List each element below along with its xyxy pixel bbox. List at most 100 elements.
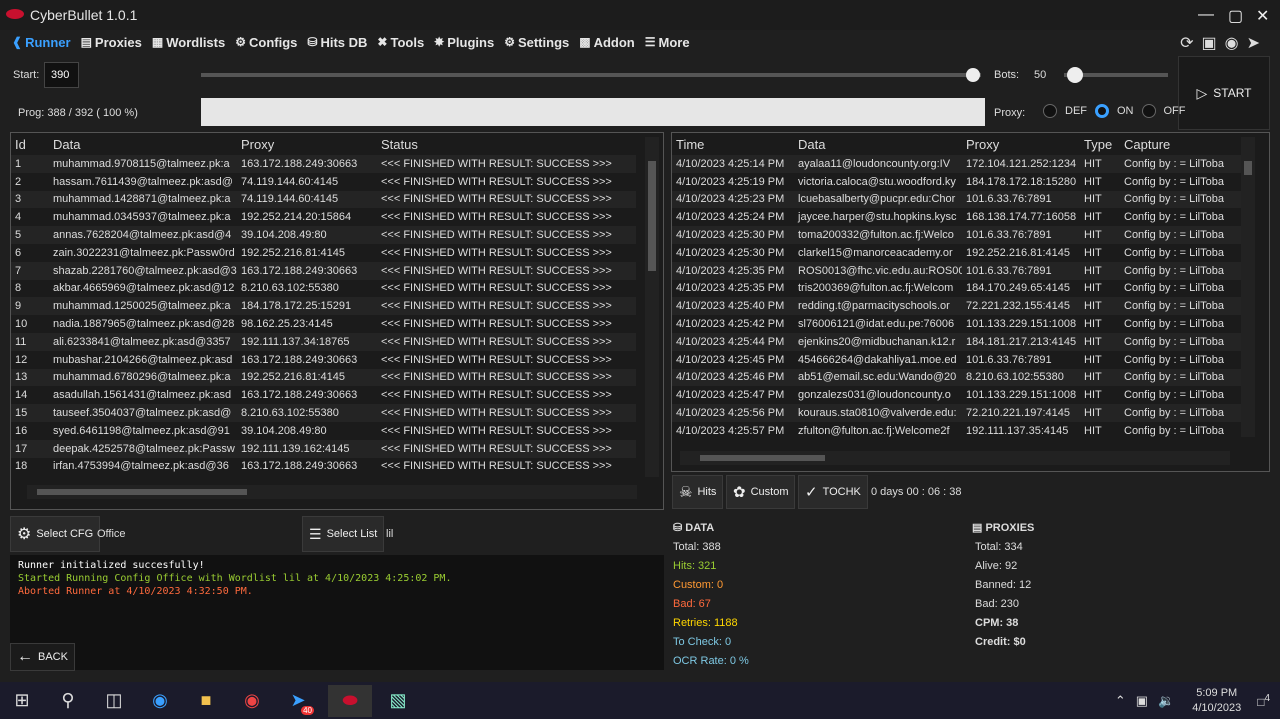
table-row[interactable]: 4/10/2023 4:25:47 PM gonzalezs031@loudonc… [672,386,1242,404]
nav-hits-db[interactable]: ⛁ Hits DB [307,35,367,50]
proxy-radio-def[interactable] [1043,104,1057,118]
table-row[interactable]: 4/10/2023 4:25:40 PM redding.t@parmacitys… [672,297,1242,316]
table-row[interactable]: 4/10/2023 4:25:19 PM victoria.caloca@stu.… [672,173,1242,191]
table-row[interactable]: 4/10/2023 4:25:30 PM toma200332@fulton.ac… [672,226,1242,244]
column-header[interactable]: Id [11,133,49,155]
table-row[interactable]: 14 asadullah.1561431@talmeez.pk:asd 163.17… [11,386,636,404]
table-cell: 1 [15,157,22,170]
proxy-radio-on[interactable] [1095,104,1109,118]
chrome-icon[interactable]: ◉ [236,685,268,717]
hits-horizontal-scrollbar[interactable] [680,451,1230,465]
telegram-taskbar-icon[interactable]: ➤ 40 [282,685,314,717]
table-row[interactable]: 4/10/2023 4:25:14 PM ayalaa11@loudoncount… [672,155,1242,173]
hits-vertical-scrollbar[interactable] [1241,137,1255,437]
select-list-button[interactable]: ☰ Select List [302,516,385,552]
table-row[interactable]: 13 muhammad.6780296@talmeez.pk:a 192.252.2… [11,368,636,387]
table-cell: Config by : = LilToba [1124,157,1224,170]
column-header[interactable]: Proxy [962,133,1080,155]
table-row[interactable]: 2 hassam.7611439@talmeez.pk:asd@ 74.119.14… [11,173,636,191]
table-cell: ab51@email.sc.edu:Wando@20 [798,371,957,384]
runner-horizontal-scrollbar[interactable] [27,485,637,499]
table-row[interactable]: 6 zain.3022231@talmeez.pk:Passw0rd 192.252… [11,244,636,262]
table-cell: Config by : = LilToba [1124,353,1224,366]
table-row[interactable]: 4/10/2023 4:25:42 PM sl76006121@idat.edu.… [672,315,1242,333]
network-icon[interactable]: ▣ [1136,693,1148,709]
hits-button[interactable]: ☠ Hits [672,475,724,509]
volume-icon[interactable]: 🔉 [1158,693,1174,709]
minimize-button[interactable]: — [1198,6,1214,24]
nav-addon[interactable]: ▩ Addon [579,35,635,50]
proxy-radio-off[interactable] [1141,104,1156,118]
table-row[interactable]: 7 shazab.2281760@talmeez.pk:asd@3 163.172.… [11,261,636,280]
file-explorer-icon[interactable]: ■ [190,685,222,717]
custom-button[interactable]: ✿ Custom [726,475,796,509]
table-row[interactable]: 4/10/2023 4:25:57 PM zfulton@fulton.ac.fj… [672,422,1242,438]
windows-start-icon[interactable]: ⊞ [6,685,38,717]
table-row[interactable]: 12 mubashar.2104266@talmeez.pk:asd 163.172… [11,351,636,369]
start-slider[interactable] [201,73,981,77]
table-row[interactable]: 4/10/2023 4:25:24 PM jaycee.harper@stu.ho… [672,208,1242,226]
table-row[interactable]: 9 muhammad.1250025@talmeez.pk:a 184.178.17… [11,297,636,316]
table-cell: 18 [15,460,28,473]
table-row[interactable]: 3 muhammad.1428871@talmeez.pk:a 74.119.144… [11,190,636,209]
column-header[interactable]: Data [49,133,237,155]
nav-configs[interactable]: ⚙ Configs [235,35,297,50]
table-cell: 4/10/2023 4:25:57 PM [676,424,785,437]
nav-more[interactable]: ☰ More [645,35,690,50]
table-row[interactable]: 4/10/2023 4:25:44 PM ejenkins20@midbuchan… [672,332,1242,351]
table-row[interactable]: 16 syed.6461198@talmeez.pk:asd@91 39.104.2… [11,422,636,440]
nav-settings[interactable]: ⚙ Settings [504,35,569,50]
nav-plugins[interactable]: ✸ Plugins [434,35,494,50]
table-row[interactable]: 15 tauseef.3504037@talmeez.pk:asd@ 8.210.6… [11,404,636,422]
history-icon[interactable]: ⟳ [1180,33,1193,53]
table-row[interactable]: 18 irfan.4753994@talmeez.pk:asd@36 163.172… [11,458,636,476]
nav-proxies[interactable]: ▤ Proxies [81,35,142,50]
nav-runner[interactable]: ❰ Runner [12,35,71,50]
table-row[interactable]: 4/10/2023 4:25:30 PM clarkel15@manorceaca… [672,244,1242,262]
start-input[interactable]: 390 [44,62,79,88]
column-header[interactable]: Capture [1120,133,1242,155]
edge-icon[interactable]: ◉ [144,685,176,717]
start-button[interactable]: ▷ START [1178,56,1270,130]
column-header[interactable]: Data [794,133,962,155]
task-view-icon[interactable]: ◫ [98,685,130,717]
nav-tools[interactable]: ✖ Tools [377,35,424,50]
table-row[interactable]: 4/10/2023 4:25:23 PM lcuebasalberty@pucpr… [672,190,1242,209]
table-row[interactable]: 8 akbar.4665969@talmeez.pk:asd@12 8.210.63… [11,280,636,298]
maximize-button[interactable]: ▢ [1228,6,1243,26]
chevron-up-icon[interactable]: ⌃ [1115,693,1126,709]
table-cell: zain.3022231@talmeez.pk:Passw0rd [53,246,235,259]
search-icon[interactable]: ⚲ [52,685,84,717]
table-row[interactable]: 5 annas.7628204@talmeez.pk:asd@4 39.104.20… [11,226,636,244]
table-row[interactable]: 4/10/2023 4:25:56 PM kouraus.sta0810@valv… [672,404,1242,422]
table-row[interactable]: 4/10/2023 4:25:46 PM ab51@email.sc.edu:Wa… [672,368,1242,387]
back-button[interactable]: ← BACK [10,643,75,671]
nav-wordlists[interactable]: ▦ Wordlists [152,35,225,50]
start-slider-thumb[interactable] [966,68,980,82]
tochk-button[interactable]: ✓ TOCHK [798,475,868,509]
column-header[interactable]: Status [377,133,636,155]
runner-vertical-scrollbar[interactable] [645,137,659,477]
table-row[interactable]: 17 deepak.4252578@talmeez.pk:Passw 192.111… [11,439,636,458]
table-row[interactable]: 11 ali.6233841@talmeez.pk:asd@3357 192.111… [11,332,636,351]
table-row[interactable]: 4/10/2023 4:25:35 PM tris200369@fulton.ac… [672,280,1242,298]
close-button[interactable]: ✕ [1256,6,1269,26]
table-row[interactable]: 4/10/2023 4:25:35 PM ROS0013@fhc.vic.edu.… [672,261,1242,280]
select-cfg-button[interactable]: ⚙ Select CFG [10,516,101,552]
table-row[interactable]: 10 nadia.1887965@talmeez.pk:asd@28 98.162.… [11,315,636,333]
notification-icon[interactable]: □4 [1257,693,1270,709]
table-cell: 14 [15,389,28,402]
table-row[interactable]: 4/10/2023 4:25:45 PM 454666264@dakahliya1… [672,351,1242,369]
table-row[interactable]: 1 muhammad.9708115@talmeez.pk:a 163.172.18… [11,155,636,173]
cyberbullet-taskbar-icon[interactable]: ⬬ [328,684,372,717]
clock[interactable]: 5:09 PM 4/10/2023 [1192,686,1241,716]
column-header[interactable]: Type [1080,133,1120,155]
column-header[interactable]: Time [672,133,794,155]
table-row[interactable]: 4 muhammad.0345937@talmeez.pk:a 192.252.21… [11,208,636,226]
notepad-icon[interactable]: ▧ [382,685,414,717]
telegram-icon[interactable]: ➤ [1247,33,1260,53]
bots-slider-thumb[interactable] [1067,67,1083,83]
discord-icon[interactable]: ◉ [1225,33,1239,53]
camera-icon[interactable]: ▣ [1202,33,1217,53]
column-header[interactable]: Proxy [237,133,377,155]
